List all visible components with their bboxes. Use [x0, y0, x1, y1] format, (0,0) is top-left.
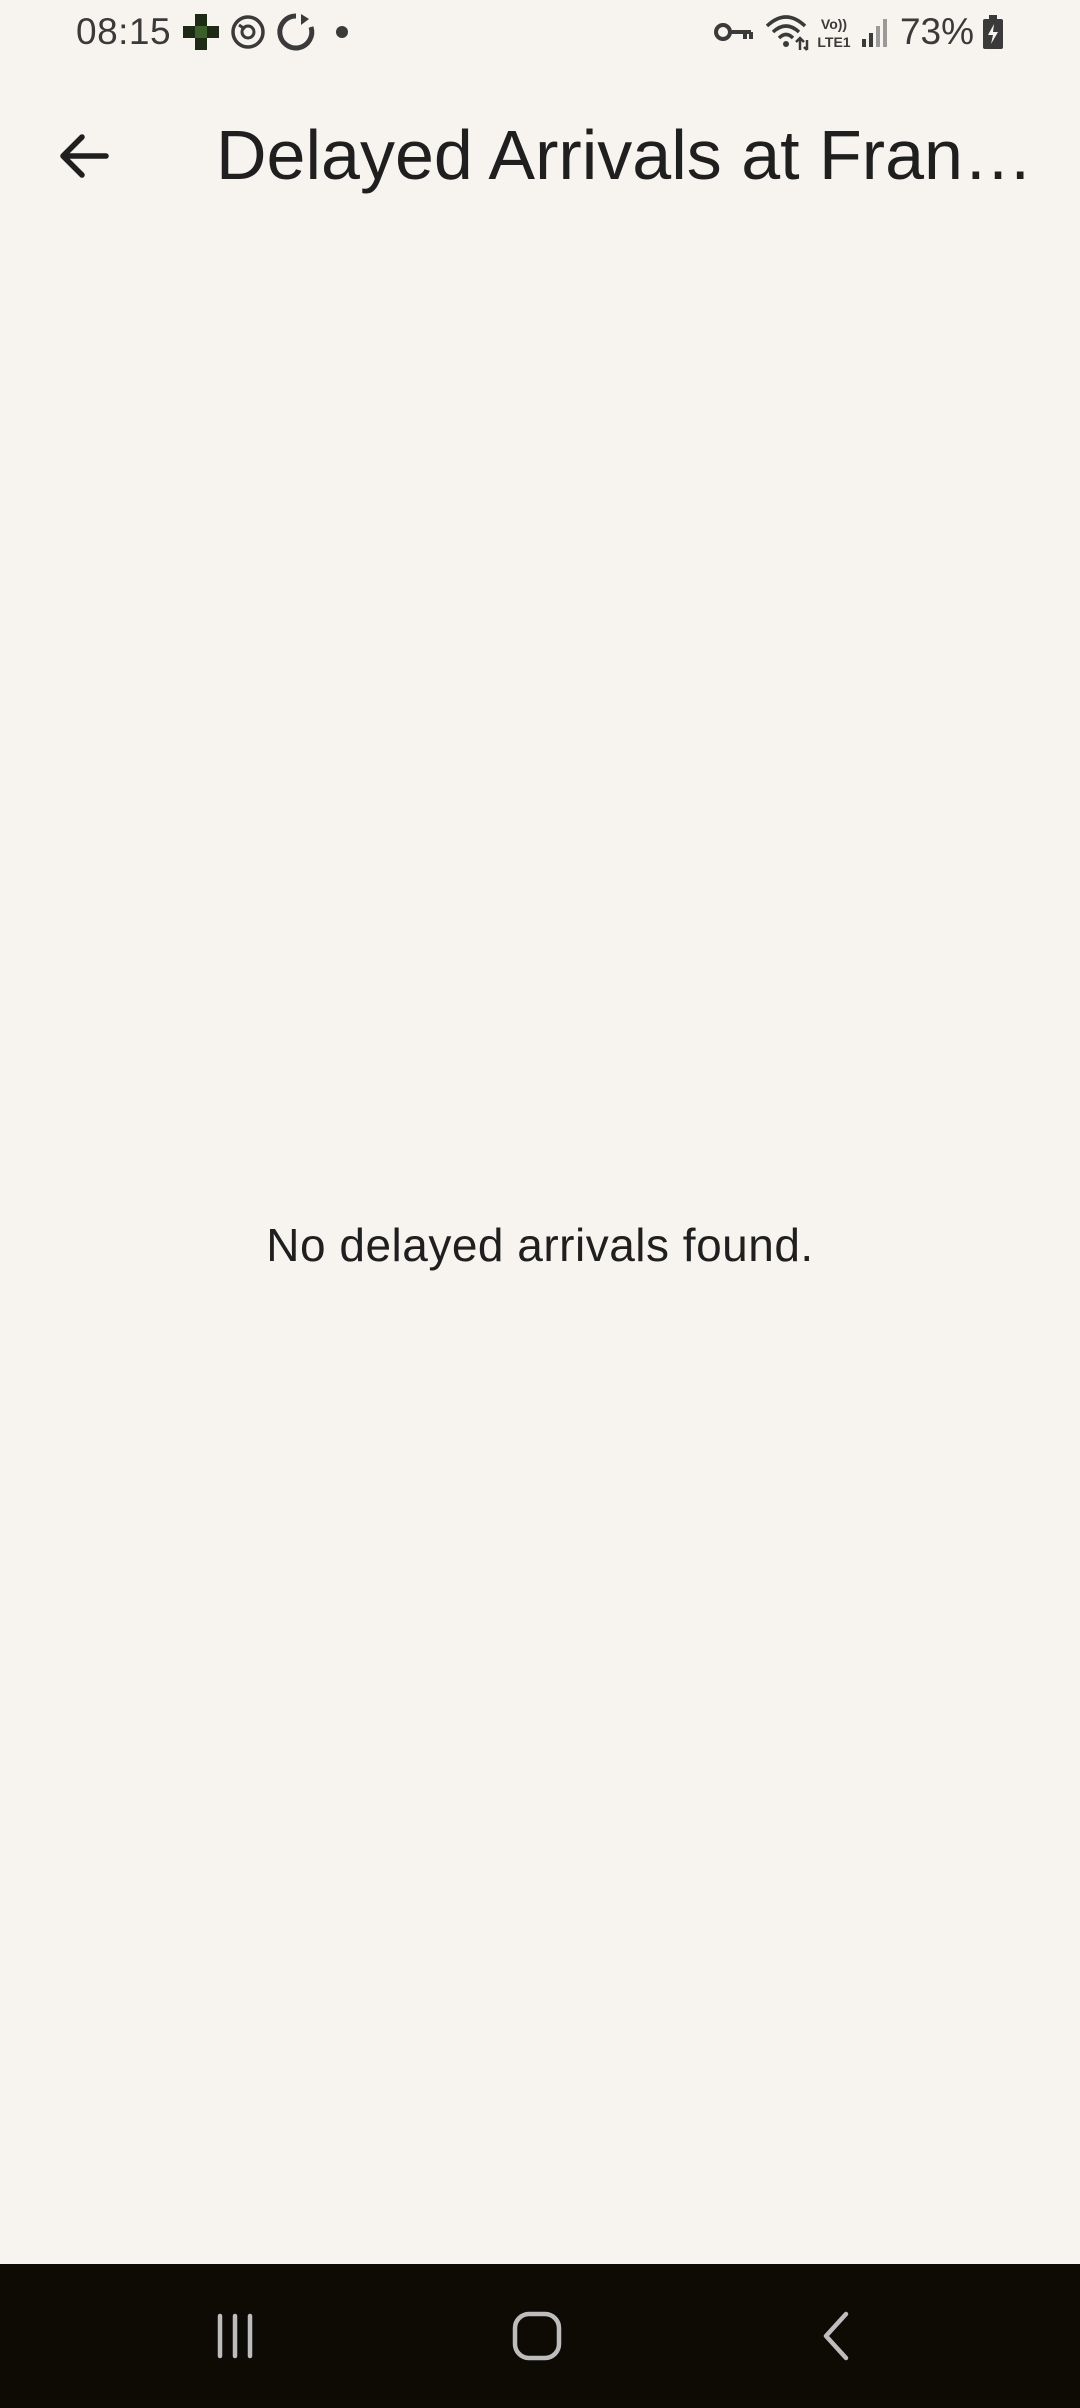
cross-app-icon: [181, 12, 221, 52]
empty-state-message: No delayed arrivals found.: [266, 1219, 814, 1271]
wifi-icon: [764, 12, 810, 52]
battery-percentage: 73%: [899, 11, 974, 52]
svg-text:Vo)): Vo)): [821, 16, 847, 32]
arrow-back-icon: [56, 128, 112, 184]
battery-icon: [982, 14, 1004, 50]
status-left: 08:15: [76, 8, 349, 56]
status-right: Vo)) LTE1 73%: [713, 8, 1004, 56]
recents-button[interactable]: [185, 2286, 285, 2386]
status-time: 08:15: [76, 11, 172, 52]
page-title: Delayed Arrivals at Fran…: [216, 116, 1033, 194]
sync-circle-icon: [229, 13, 267, 51]
home-icon: [507, 2306, 567, 2366]
svg-text:LTE1: LTE1: [817, 34, 850, 50]
signal-icon: [860, 15, 890, 49]
app-bar: Delayed Arrivals at Fran…: [0, 80, 1080, 220]
status-bar: 08:15 Vo)) LTE1 73%: [0, 0, 1080, 64]
notification-dot-icon: [335, 25, 349, 39]
back-button[interactable]: [36, 108, 132, 204]
volte-icon: Vo)) LTE1: [814, 12, 854, 52]
back-nav-button[interactable]: [788, 2286, 888, 2386]
refresh-icon: [275, 11, 317, 53]
system-navigation-bar: [0, 2264, 1080, 2408]
back-chevron-icon: [808, 2306, 868, 2366]
home-button[interactable]: [487, 2286, 587, 2386]
recents-icon: [205, 2306, 265, 2366]
vpn-key-icon: [713, 18, 754, 46]
